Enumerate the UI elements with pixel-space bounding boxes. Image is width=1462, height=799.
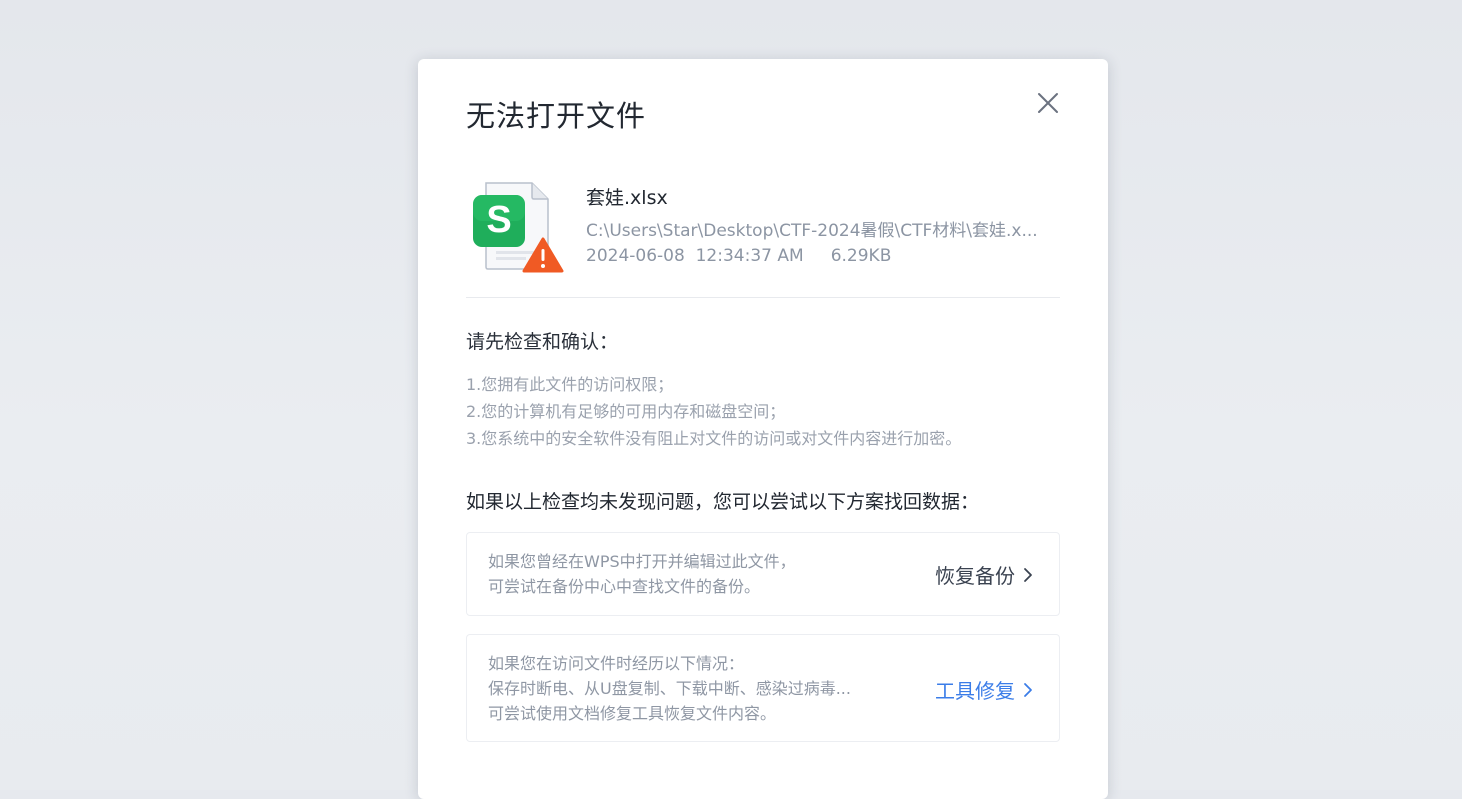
cannot-open-file-dialog: 无法打开文件 S 套娃.xlsx C:\Users\Star\Desktop\C… — [418, 59, 1108, 799]
file-path: C:\Users\Star\Desktop\CTF-2024暑假\CTF材料\套… — [586, 221, 1038, 241]
restore-backup-description: 如果您曾经在WPS中打开并编辑过此文件， 可尝试在备份中心中查找文件的备份。 — [488, 549, 796, 599]
restore-backup-button[interactable]: 恢复备份 — [935, 560, 1035, 589]
chevron-right-icon — [1024, 567, 1032, 582]
card-text-line: 如果您在访问文件时经历以下情况： — [488, 654, 745, 673]
repair-tool-button[interactable]: 工具修复 — [935, 675, 1035, 704]
spreadsheet-file-warning-icon: S — [470, 181, 566, 277]
chevron-right-icon — [1024, 682, 1032, 697]
svg-text:S: S — [486, 199, 511, 241]
check-item: 1.您拥有此文件的访问权限； — [466, 375, 674, 394]
card-text-line: 可尝试在备份中心中查找文件的备份。 — [488, 577, 761, 596]
card-text-line: 如果您曾经在WPS中打开并编辑过此文件， — [488, 552, 796, 571]
card-text-line: 可尝试使用文档修复工具恢复文件内容。 — [488, 704, 777, 723]
card-text-line: 保存时断电、从U盘复制、下载中断、感染过病毒... — [488, 679, 851, 698]
dialog-title: 无法打开文件 — [466, 99, 647, 133]
check-item: 2.您的计算机有足够的可用内存和磁盘空间； — [466, 402, 786, 421]
check-list: 1.您拥有此文件的访问权限； 2.您的计算机有足够的可用内存和磁盘空间； 3.您… — [466, 371, 961, 452]
file-size: 6.29KB — [830, 246, 892, 266]
divider — [466, 297, 1060, 298]
file-time: 12:34:37 AM — [695, 246, 804, 266]
repair-tool-card: 如果您在访问文件时经历以下情况： 保存时断电、从U盘复制、下载中断、感染过病毒.… — [466, 634, 1060, 742]
recovery-section-title: 如果以上检查均未发现问题，您可以尝试以下方案找回数据： — [466, 491, 980, 513]
repair-tool-label: 工具修复 — [935, 679, 1015, 703]
file-meta: 2024-06-08 12:34:37 AM 6.29KB — [586, 246, 891, 266]
close-button[interactable] — [1034, 89, 1062, 117]
check-section-title: 请先检查和确认： — [466, 331, 619, 353]
check-item: 3.您系统中的安全软件没有阻止对文件的访问或对文件内容进行加密。 — [466, 429, 962, 448]
restore-backup-label: 恢复备份 — [935, 564, 1015, 588]
close-icon — [1038, 93, 1058, 113]
repair-tool-description: 如果您在访问文件时经历以下情况： 保存时断电、从U盘复制、下载中断、感染过病毒.… — [488, 651, 851, 726]
restore-backup-card: 如果您曾经在WPS中打开并编辑过此文件， 可尝试在备份中心中查找文件的备份。 恢… — [466, 532, 1060, 616]
file-name: 套娃.xlsx — [586, 187, 668, 209]
file-date: 2024-06-08 — [586, 246, 685, 266]
